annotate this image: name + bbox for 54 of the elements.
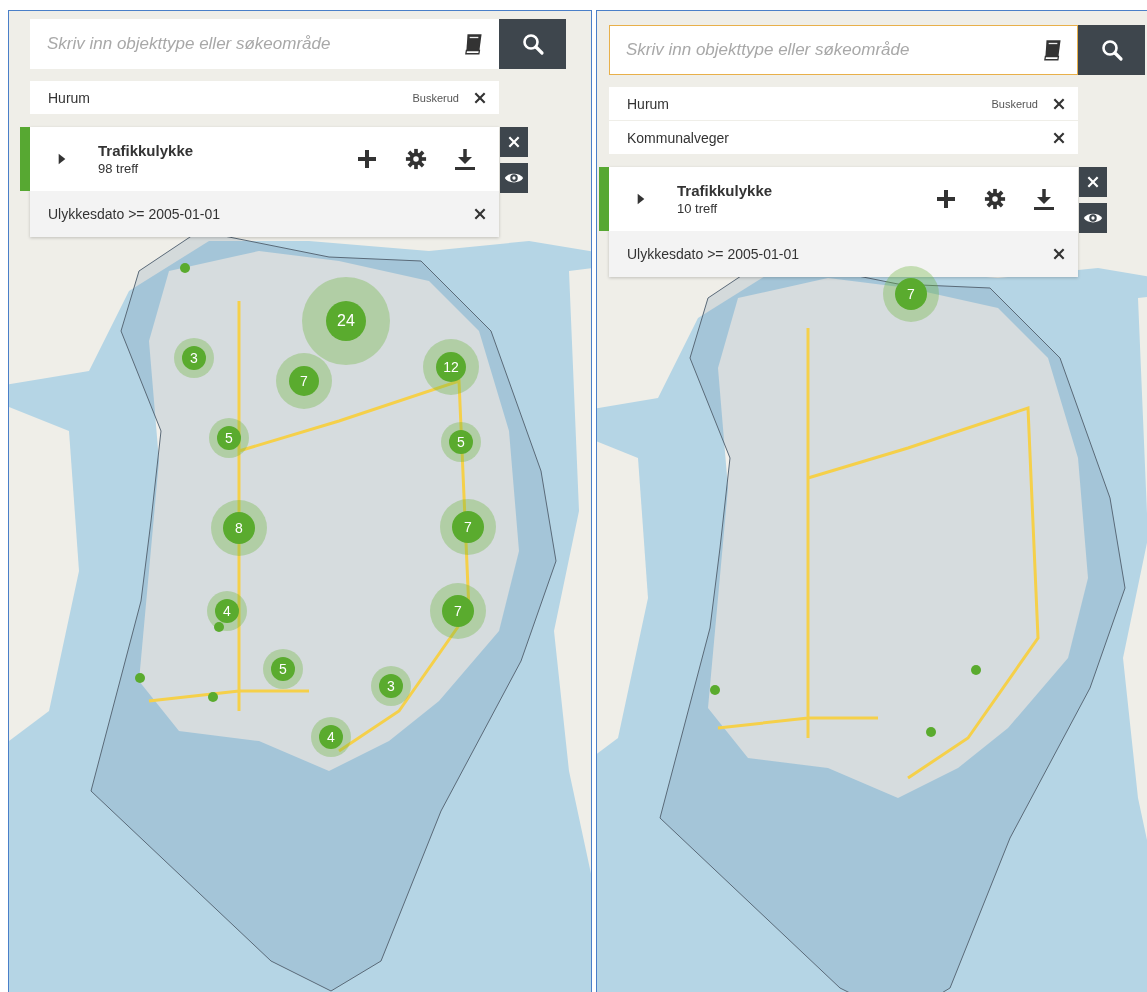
cluster-marker[interactable]: 5	[263, 649, 303, 689]
point-marker[interactable]	[214, 622, 224, 632]
download-icon	[453, 147, 477, 171]
search-button[interactable]	[499, 19, 566, 69]
gear-icon	[984, 188, 1006, 210]
cluster-marker[interactable]: 3	[371, 666, 411, 706]
visibility-button[interactable]	[1079, 203, 1107, 233]
search-field[interactable]: Skriv inn objekttype eller søkeområde	[609, 25, 1078, 75]
point-marker[interactable]	[180, 263, 190, 273]
area-region: Buskerud	[412, 91, 459, 104]
point-marker[interactable]	[208, 692, 218, 702]
point-marker[interactable]	[926, 727, 936, 737]
layer-title: Trafikkulykke	[677, 182, 774, 199]
layer-color-bar	[20, 127, 30, 191]
gear-icon	[405, 148, 427, 170]
close-layer-button[interactable]	[500, 127, 528, 157]
close-icon	[506, 134, 522, 150]
close-icon	[1051, 246, 1067, 262]
filter-label: Ulykkesdato >= 2005-01-01	[627, 246, 799, 262]
close-icon	[472, 206, 488, 222]
cluster-marker[interactable]: 7	[883, 266, 939, 322]
cluster-marker[interactable]: 7	[440, 499, 496, 555]
layer-color-bar	[599, 167, 609, 231]
area-region: Buskerud	[991, 97, 1038, 110]
area-name: Hurum	[48, 89, 90, 106]
point-marker[interactable]	[135, 673, 145, 683]
filter-label: Ulykkesdato >= 2005-01-01	[48, 206, 220, 222]
plus-icon	[934, 187, 958, 211]
result-count: 98 treff	[98, 161, 140, 176]
cluster-marker[interactable]: 8	[211, 500, 267, 556]
result-count: 10 treff	[677, 201, 719, 216]
cluster-marker[interactable]: 4	[311, 717, 351, 757]
cluster-marker[interactable]: 5	[441, 422, 481, 462]
plus-icon	[355, 147, 379, 171]
layer-title: Trafikkulykke	[98, 142, 195, 159]
search-button[interactable]	[1078, 25, 1145, 75]
area-name: Hurum	[627, 95, 669, 112]
close-layer-button[interactable]	[1079, 167, 1107, 197]
download-icon	[1032, 187, 1056, 211]
cluster-marker[interactable]: 4	[207, 591, 247, 631]
search-field[interactable]: Skriv inn objekttype eller søkeområde	[30, 19, 499, 69]
cluster-marker[interactable]: 7	[276, 353, 332, 409]
cluster-marker[interactable]: 3	[174, 338, 214, 378]
point-marker[interactable]	[710, 685, 720, 695]
close-icon	[1085, 174, 1101, 190]
visibility-button[interactable]	[500, 163, 528, 193]
search-icon	[520, 32, 545, 56]
point-marker[interactable]	[971, 665, 981, 675]
cluster-marker[interactable]: 24	[302, 277, 390, 365]
area-name: Kommunalveger	[627, 129, 729, 146]
cluster-marker[interactable]: 5	[209, 418, 249, 458]
search-icon	[1099, 38, 1124, 62]
cluster-marker[interactable]: 7	[430, 583, 486, 639]
cluster-marker[interactable]: 12	[423, 339, 479, 395]
